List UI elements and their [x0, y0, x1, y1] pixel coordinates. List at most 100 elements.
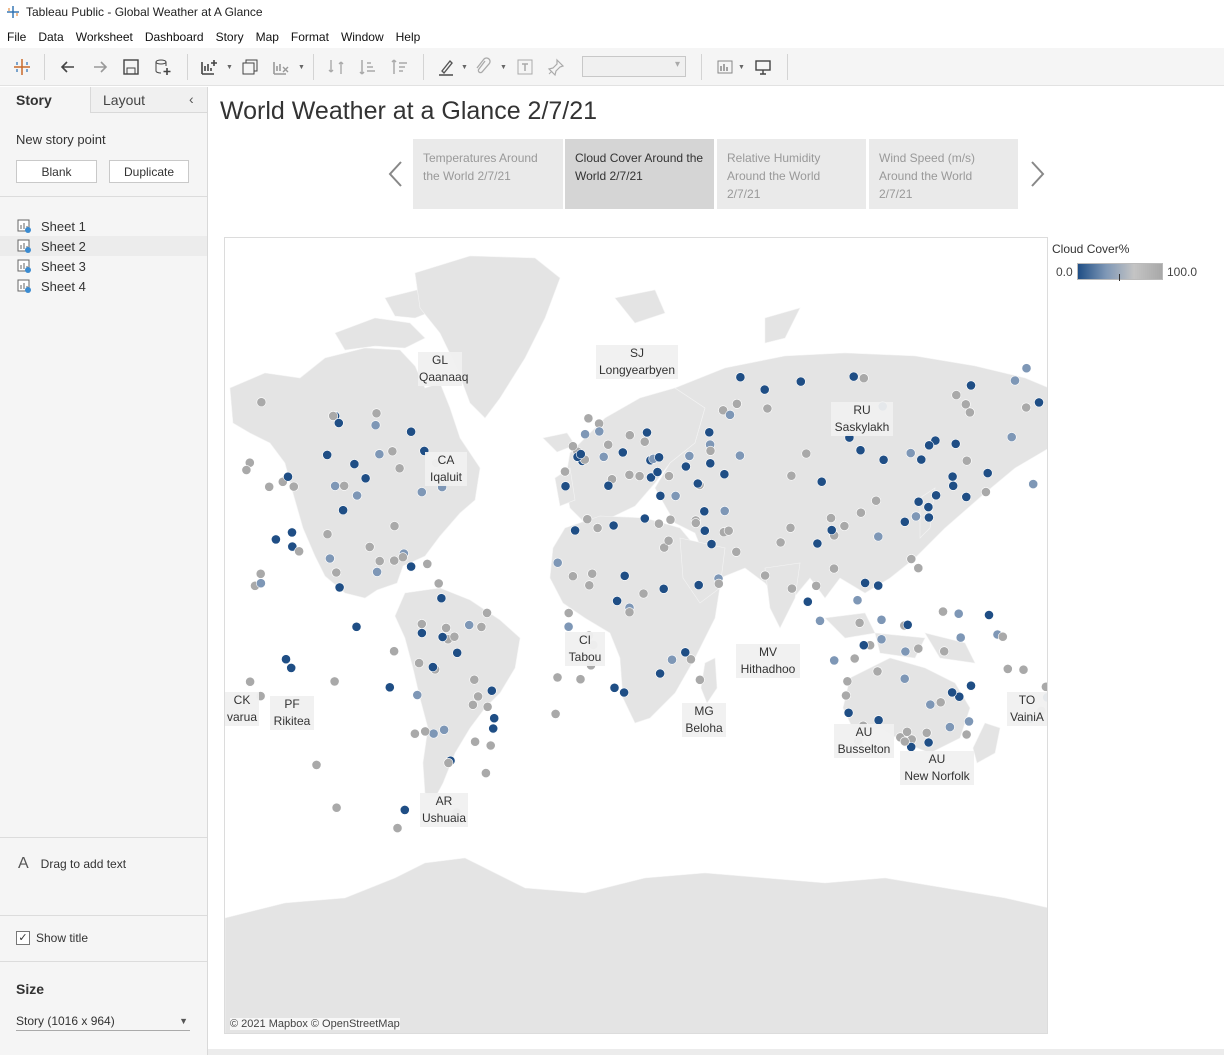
city-marker[interactable]: [843, 707, 854, 718]
city-marker[interactable]: [550, 708, 561, 719]
city-marker[interactable]: [416, 619, 427, 629]
city-marker[interactable]: [735, 450, 745, 461]
city-marker[interactable]: [706, 539, 717, 549]
menu-map[interactable]: Map: [256, 30, 279, 44]
city-marker[interactable]: [264, 481, 275, 492]
story-point-humidity[interactable]: Relative Humidity Around the World 2/7/2…: [717, 139, 866, 209]
city-marker[interactable]: [443, 758, 454, 768]
city-marker[interactable]: [392, 823, 403, 833]
city-marker[interactable]: [281, 654, 291, 665]
city-marker[interactable]: [584, 580, 595, 591]
city-marker[interactable]: [731, 398, 742, 409]
city-marker[interactable]: [286, 662, 297, 673]
city-marker[interactable]: [719, 469, 730, 480]
new-worksheet-icon[interactable]: [198, 56, 220, 78]
city-marker[interactable]: [899, 736, 910, 747]
world-map[interactable]: GL Qaanaaq SJ Longyearbyen RU Saskylakh CA I…: [224, 237, 1048, 1034]
city-marker[interactable]: [849, 653, 860, 664]
menu-window[interactable]: Window: [341, 30, 384, 44]
city-marker[interactable]: [762, 403, 773, 414]
menu-help[interactable]: Help: [396, 30, 421, 44]
city-marker[interactable]: [829, 563, 839, 574]
city-marker[interactable]: [485, 740, 496, 751]
city-marker[interactable]: [684, 450, 695, 461]
city-marker[interactable]: [416, 628, 427, 638]
city-marker[interactable]: [370, 420, 381, 431]
city-marker[interactable]: [699, 525, 710, 536]
city-marker[interactable]: [801, 448, 812, 459]
city-marker[interactable]: [815, 615, 825, 626]
city-marker[interactable]: [436, 593, 447, 604]
city-marker[interactable]: [371, 408, 382, 419]
city-marker[interactable]: [245, 676, 255, 687]
city-marker[interactable]: [464, 620, 475, 630]
city-marker[interactable]: [759, 384, 770, 395]
city-marker[interactable]: [826, 525, 837, 535]
city-marker[interactable]: [913, 643, 924, 654]
city-marker[interactable]: [913, 496, 924, 507]
city-marker[interactable]: [406, 426, 416, 437]
show-title-checkbox[interactable]: ✓ Show title: [16, 931, 88, 945]
city-marker[interactable]: [560, 481, 571, 492]
city-marker[interactable]: [921, 727, 932, 738]
city-marker[interactable]: [842, 676, 853, 687]
city-marker[interactable]: [699, 506, 710, 517]
city-marker[interactable]: [414, 658, 424, 668]
city-marker[interactable]: [603, 480, 614, 491]
city-marker[interactable]: [705, 445, 716, 456]
city-marker[interactable]: [945, 722, 955, 732]
city-marker[interactable]: [486, 685, 497, 696]
city-marker[interactable]: [951, 390, 962, 400]
city-marker[interactable]: [802, 596, 813, 607]
city-marker[interactable]: [948, 480, 959, 491]
clear-sheet-icon[interactable]: [270, 56, 292, 78]
next-story-point-icon[interactable]: [1027, 159, 1047, 189]
city-marker[interactable]: [360, 473, 371, 484]
city-marker[interactable]: [333, 418, 344, 428]
city-marker[interactable]: [617, 447, 628, 458]
city-marker[interactable]: [924, 440, 934, 451]
city-marker[interactable]: [582, 514, 593, 525]
city-marker[interactable]: [489, 713, 500, 724]
city-marker[interactable]: [965, 407, 975, 418]
city-marker[interactable]: [374, 556, 385, 566]
city-marker[interactable]: [283, 471, 293, 482]
highlight-icon[interactable]: [435, 56, 457, 78]
city-marker[interactable]: [694, 674, 705, 685]
city-marker[interactable]: [609, 682, 620, 693]
city-marker[interactable]: [653, 518, 664, 529]
city-marker[interactable]: [785, 522, 796, 533]
city-marker[interactable]: [331, 567, 342, 578]
city-marker[interactable]: [902, 619, 913, 630]
city-marker[interactable]: [603, 439, 614, 450]
city-marker[interactable]: [427, 662, 438, 672]
drag-to-add-text[interactable]: A Drag to add text: [18, 855, 126, 873]
city-marker[interactable]: [664, 471, 674, 481]
city-marker[interactable]: [384, 682, 395, 693]
city-marker[interactable]: [911, 511, 921, 522]
size-dropdown[interactable]: Story (1016 x 964) ▼: [16, 1011, 190, 1031]
city-marker[interactable]: [608, 520, 619, 531]
city-marker[interactable]: [786, 470, 797, 481]
city-marker[interactable]: [331, 802, 342, 813]
city-marker[interactable]: [480, 768, 491, 778]
city-marker[interactable]: [905, 448, 916, 458]
city-marker[interactable]: [583, 413, 594, 424]
city-marker[interactable]: [723, 525, 734, 536]
city-marker[interactable]: [692, 478, 703, 489]
city-marker[interactable]: [364, 541, 375, 552]
city-marker[interactable]: [899, 516, 910, 527]
city-marker[interactable]: [1002, 663, 1013, 674]
city-marker[interactable]: [624, 469, 635, 480]
menu-story[interactable]: Story: [216, 30, 244, 44]
city-marker[interactable]: [575, 449, 586, 459]
city-marker[interactable]: [619, 570, 630, 581]
city-marker[interactable]: [256, 397, 267, 408]
city-marker[interactable]: [960, 399, 971, 410]
city-marker[interactable]: [311, 760, 322, 770]
city-marker[interactable]: [575, 674, 586, 685]
city-marker[interactable]: [563, 608, 574, 618]
previous-story-point-icon[interactable]: [386, 159, 406, 189]
city-marker[interactable]: [1021, 402, 1032, 413]
city-marker[interactable]: [482, 607, 492, 618]
